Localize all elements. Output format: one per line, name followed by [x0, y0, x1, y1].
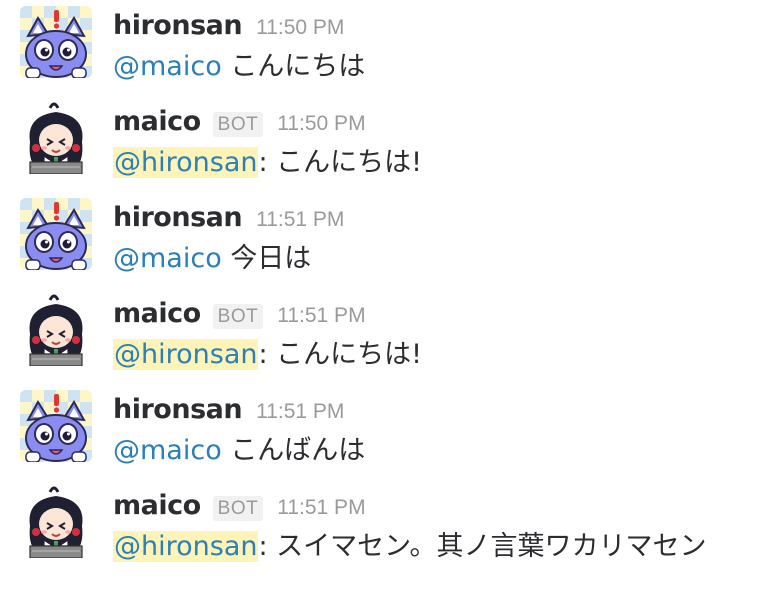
timestamp[interactable]: 11:51 PM: [277, 304, 365, 328]
message-item: hironsan 11:50 PM @maico こんにちは: [0, 0, 758, 90]
mention-separator: :: [258, 531, 277, 562]
message-item: maico BOT 11:50 PM @hironsan: こんにちは!: [0, 96, 758, 186]
message-text: スイマセン。其ノ言葉ワカリマセン: [276, 531, 707, 562]
user-mention-highlighted[interactable]: @hironsan: [113, 339, 259, 370]
message-header: maico BOT 11:50 PM: [113, 106, 366, 142]
username[interactable]: maico: [113, 106, 201, 137]
message-item: hironsan 11:51 PM @maico こんばんは: [0, 384, 758, 474]
username[interactable]: hironsan: [113, 202, 243, 233]
bot-badge: BOT: [212, 112, 264, 137]
message-body: @maico こんにちは: [113, 48, 365, 86]
mention-separator: :: [258, 147, 277, 178]
message-text: こんにちは!: [276, 339, 422, 370]
bot-badge: BOT: [212, 304, 264, 329]
message-text: こんにちは!: [276, 147, 422, 178]
message-text: 今日は: [230, 243, 312, 274]
username[interactable]: hironsan: [113, 394, 243, 425]
message-text: こんにちは: [230, 51, 366, 82]
cat-avatar-icon[interactable]: [20, 6, 92, 78]
message-text: こんばんは: [230, 435, 366, 466]
user-mention[interactable]: @maico: [113, 51, 222, 82]
user-mention[interactable]: @maico: [113, 243, 222, 274]
user-mention[interactable]: @maico: [113, 435, 222, 466]
timestamp[interactable]: 11:51 PM: [256, 400, 344, 424]
cat-avatar-icon[interactable]: [20, 390, 92, 462]
timestamp[interactable]: 11:50 PM: [277, 112, 365, 136]
timestamp[interactable]: 11:50 PM: [256, 16, 344, 40]
message-body: @maico こんばんは: [113, 432, 365, 470]
girl-avatar-icon[interactable]: [20, 102, 92, 174]
message-header: maico BOT 11:51 PM: [113, 490, 366, 526]
message-body: @hironsan: こんにちは!: [113, 144, 422, 182]
mention-separator: :: [258, 339, 277, 370]
timestamp[interactable]: 11:51 PM: [277, 496, 365, 520]
username[interactable]: maico: [113, 298, 201, 329]
cat-avatar-icon[interactable]: [20, 198, 92, 270]
timestamp[interactable]: 11:51 PM: [256, 208, 344, 232]
girl-avatar-icon[interactable]: [20, 294, 92, 366]
message-header: maico BOT 11:51 PM: [113, 298, 366, 334]
username[interactable]: hironsan: [113, 10, 243, 41]
message-body: @hironsan: スイマセン。其ノ言葉ワカリマセン: [113, 528, 707, 566]
message-item: maico BOT 11:51 PM @hironsan: スイマセン。其ノ言葉…: [0, 480, 758, 570]
user-mention-highlighted[interactable]: @hironsan: [113, 147, 259, 178]
message-item: hironsan 11:51 PM @maico 今日は: [0, 192, 758, 282]
message-body: @maico 今日は: [113, 240, 311, 278]
message-header: hironsan 11:50 PM: [113, 10, 344, 46]
message-header: hironsan 11:51 PM: [113, 394, 344, 430]
username[interactable]: maico: [113, 490, 201, 521]
message-header: hironsan 11:51 PM: [113, 202, 344, 238]
bot-badge: BOT: [212, 496, 264, 521]
message-body: @hironsan: こんにちは!: [113, 336, 422, 374]
girl-avatar-icon[interactable]: [20, 486, 92, 558]
message-item: maico BOT 11:51 PM @hironsan: こんにちは!: [0, 288, 758, 378]
user-mention-highlighted[interactable]: @hironsan: [113, 531, 259, 562]
